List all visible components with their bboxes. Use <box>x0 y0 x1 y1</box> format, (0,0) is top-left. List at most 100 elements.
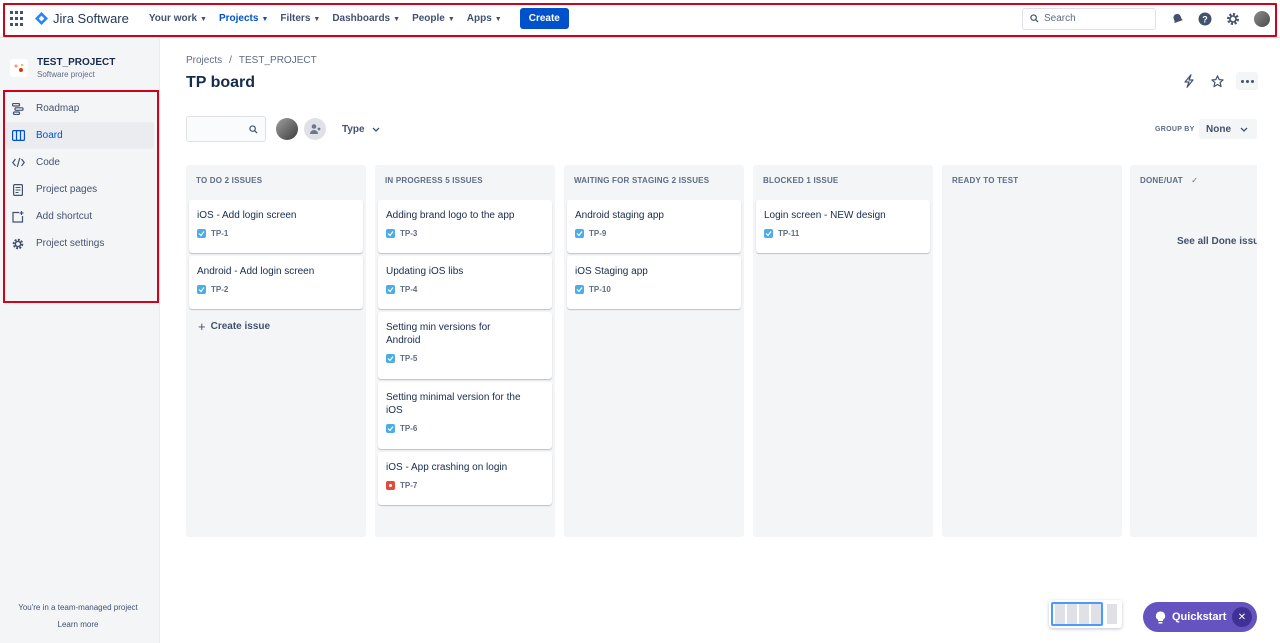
issue-card[interactable]: iOS Staging app TP-10 <box>567 256 741 309</box>
issue-key: TP-3 <box>400 229 418 238</box>
search-icon <box>249 124 258 134</box>
plus-icon: + <box>198 319 206 334</box>
team-managed-note: You're in a team-managed project <box>18 603 138 612</box>
sidebar-item-board[interactable]: Board <box>6 122 154 149</box>
create-issue-label: Create issue <box>210 321 271 332</box>
board-column-waiting-for-staging: WAITING FOR STAGING 2 ISSUES Android sta… <box>564 165 744 537</box>
nav-label: People <box>412 13 445 24</box>
card-title: Android staging app <box>575 210 664 221</box>
nav-projects[interactable]: Projects ▼ <box>219 13 268 24</box>
issue-key: TP-11 <box>778 229 800 238</box>
sidebar-item-label: Roadmap <box>36 103 80 114</box>
type-filter-label: Type <box>342 124 365 135</box>
project-avatar-icon <box>10 59 28 77</box>
breadcrumb-project[interactable]: TEST_PROJECT <box>239 55 317 66</box>
issue-card[interactable]: Login screen - NEW design TP-11 <box>756 200 930 253</box>
sidebar-item-project-settings[interactable]: Project settings <box>6 230 154 257</box>
task-icon <box>575 229 584 238</box>
create-button[interactable]: Create <box>519 8 569 29</box>
notifications-icon[interactable] <box>1170 12 1184 26</box>
column-header: WAITING FOR STAGING 2 ISSUES <box>574 176 710 185</box>
issue-card[interactable]: Android - Add login screen TP-2 <box>189 256 363 309</box>
issue-card[interactable]: Updating iOS libs TP-4 <box>378 256 552 309</box>
code-icon <box>11 156 25 170</box>
learn-more-link[interactable]: Learn more <box>0 620 156 629</box>
board-column-todo: TO DO 2 ISSUES iOS - Add login screen TP… <box>186 165 366 537</box>
add-person-icon <box>310 124 321 134</box>
card-title: Adding brand logo to the app <box>386 210 515 221</box>
type-filter-dropdown[interactable]: Type <box>342 124 380 135</box>
board-column-done: DONE/UAT ✓ See all Done issues <box>1130 165 1257 537</box>
issue-card[interactable]: iOS - App crashing on login TP-7 <box>378 452 552 505</box>
add-people-avatar[interactable] <box>304 118 326 140</box>
user-avatar[interactable] <box>1254 10 1270 27</box>
check-icon: ✓ <box>1191 176 1199 185</box>
settings-gear-icon[interactable] <box>1226 12 1240 26</box>
group-by-dropdown[interactable]: None <box>1199 119 1257 139</box>
nav-label: Filters <box>280 13 311 24</box>
help-icon[interactable]: ? <box>1198 12 1212 26</box>
card-title: iOS Staging app <box>575 266 648 277</box>
assignee-avatar-filter[interactable] <box>276 118 298 140</box>
app-switcher-icon[interactable] <box>10 10 26 27</box>
issue-card[interactable]: Setting minimal version for the iOS TP-6 <box>378 382 552 449</box>
issue-key: TP-4 <box>400 285 418 294</box>
project-header[interactable]: TEST_PROJECT Software project <box>10 57 115 79</box>
column-header: DONE/UAT ✓ <box>1140 176 1198 185</box>
sidebar-item-label: Code <box>36 157 60 168</box>
issue-card[interactable]: Android staging app TP-9 <box>567 200 741 253</box>
minimap-viewport[interactable] <box>1051 602 1103 626</box>
board-columns: TO DO 2 ISSUES iOS - Add login screen TP… <box>186 165 1257 537</box>
search-input[interactable]: Search <box>1022 7 1156 30</box>
issue-card[interactable]: Setting min versions for Android TP-5 <box>378 312 552 379</box>
create-issue-button[interactable]: + Create issue <box>198 319 270 334</box>
issue-card[interactable]: iOS - Add login screen TP-1 <box>189 200 363 253</box>
card-title: iOS - App crashing on login <box>386 462 508 473</box>
close-icon[interactable]: ✕ <box>1232 607 1252 627</box>
nav-filters[interactable]: Filters ▼ <box>280 13 320 24</box>
nav-label: Dashboards <box>332 13 391 24</box>
board-search-input[interactable] <box>186 116 266 142</box>
nav-dashboards[interactable]: Dashboards ▼ <box>332 13 400 24</box>
svg-text:?: ? <box>1202 14 1208 24</box>
jira-logo[interactable]: Jira Software <box>35 11 129 26</box>
breadcrumb-separator: / <box>229 55 232 66</box>
gear-icon <box>11 237 25 251</box>
column-header: BLOCKED 1 ISSUE <box>763 176 839 185</box>
sidebar-item-label: Project settings <box>36 238 105 249</box>
quickstart-button[interactable]: Quickstart ✕ <box>1143 602 1257 632</box>
chevron-down-icon: ▼ <box>447 15 455 23</box>
breadcrumb-projects[interactable]: Projects <box>186 55 222 66</box>
star-icon[interactable] <box>1208 72 1226 90</box>
automation-bolt-icon[interactable] <box>1180 72 1198 90</box>
nav-apps[interactable]: Apps ▼ <box>467 13 502 24</box>
issue-key: TP-6 <box>400 424 418 433</box>
see-all-done-link[interactable]: See all Done issues <box>1177 236 1257 247</box>
task-icon <box>575 285 584 294</box>
board-minimap[interactable] <box>1049 600 1122 628</box>
task-icon <box>386 354 395 363</box>
chevron-down-icon <box>372 127 380 132</box>
card-title: Android - Add login screen <box>197 266 315 277</box>
issue-key: TP-9 <box>589 229 607 238</box>
nav-people[interactable]: People ▼ <box>412 13 455 24</box>
chevron-down-icon <box>1240 127 1248 132</box>
breadcrumb: Projects / TEST_PROJECT <box>186 55 317 66</box>
nav-label: Projects <box>218 13 259 24</box>
issue-key: TP-1 <box>211 229 229 238</box>
sidebar-item-add-shortcut[interactable]: Add shortcut <box>6 203 154 230</box>
nav-your-work[interactable]: Your work ▼ <box>149 13 207 24</box>
column-header: READY TO TEST <box>952 176 1019 185</box>
task-icon <box>197 285 206 294</box>
card-title: iOS - Add login screen <box>197 210 297 221</box>
sidebar-item-project-pages[interactable]: Project pages <box>6 176 154 203</box>
issue-card[interactable]: Adding brand logo to the app TP-3 <box>378 200 552 253</box>
top-navigation: Jira Software Your work ▼ Projects ▼ Filte… <box>0 0 1280 38</box>
chevron-down-icon: ▼ <box>261 15 269 23</box>
add-shortcut-icon <box>11 210 25 224</box>
more-actions-button[interactable] <box>1236 72 1258 90</box>
group-by-value: None <box>1206 123 1231 135</box>
sidebar-item-code[interactable]: Code <box>6 149 154 176</box>
sidebar-item-roadmap[interactable]: Roadmap <box>6 95 154 122</box>
jira-diamond-icon <box>35 12 48 25</box>
